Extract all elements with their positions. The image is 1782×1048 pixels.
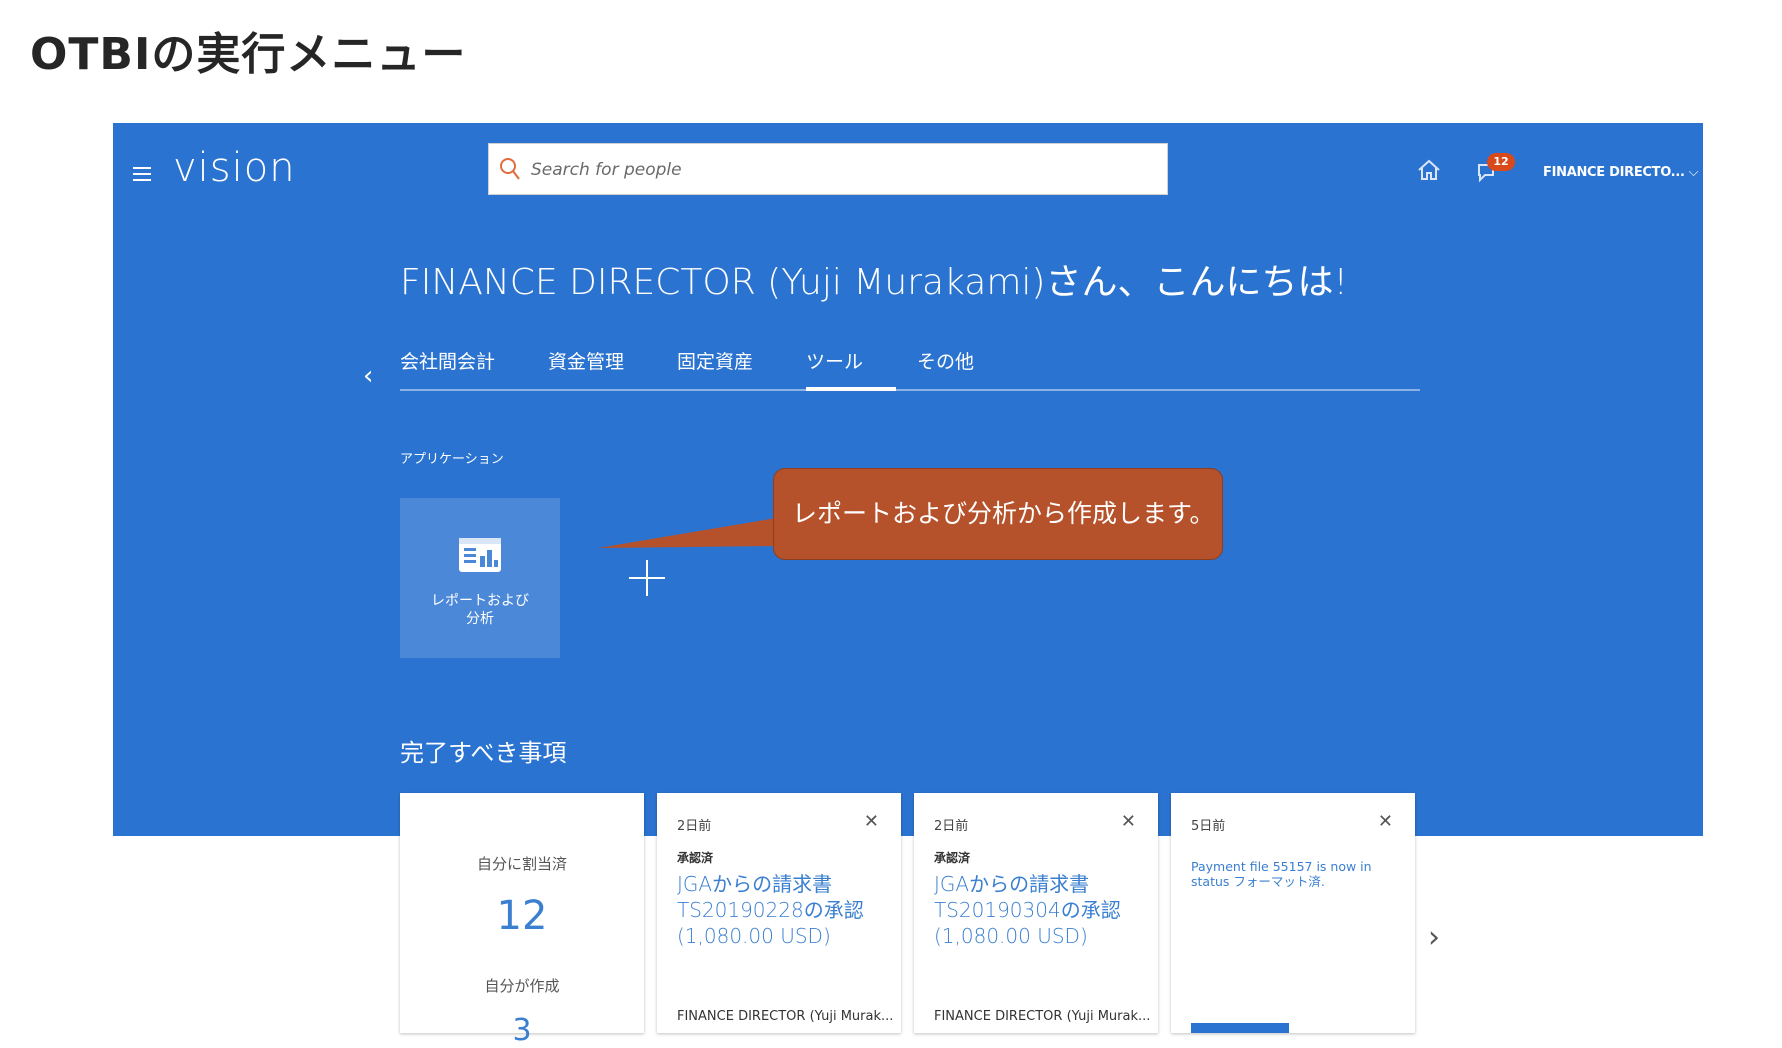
tile-label: レポートおよび 分析	[431, 593, 529, 627]
todo-section-title: 完了すべき事項	[400, 739, 567, 767]
created-label: 自分が作成	[484, 977, 560, 995]
todo-card[interactable]: 2日前 ✕ 承認済 JGAからの請求書 TS20190228の承認 (1,080…	[657, 793, 901, 1033]
reports-analytics-tile[interactable]: レポートおよび 分析	[400, 498, 560, 658]
todo-cards: 自分に割当済 12 自分が作成 3 2日前 ✕ 承認済 JGAからの請求書 TS…	[400, 793, 1770, 1048]
vision-logo[interactable]: vision	[173, 145, 296, 191]
search-icon[interactable]	[499, 157, 521, 181]
todo-summary-card[interactable]: 自分に割当済 12 自分が作成 3	[400, 793, 644, 1048]
close-icon[interactable]: ✕	[864, 811, 879, 832]
notification-badge: 12	[1487, 153, 1515, 171]
card-action-button[interactable]	[1191, 1023, 1289, 1033]
cards-next-arrow[interactable]: ›	[1428, 920, 1440, 955]
card-time: 5日前	[1191, 819, 1226, 834]
card-time: 2日前	[677, 819, 712, 834]
close-icon[interactable]: ✕	[1378, 811, 1393, 832]
tab-tools[interactable]: ツール	[806, 343, 896, 391]
card-status: 承認済	[934, 851, 971, 865]
navigation-tabs: 会社間会計 資金管理 固定資産 ツール その他	[400, 343, 1420, 391]
card-subject-link[interactable]: JGAからの請求書 TS20190228の承認 (1,080.00 USD)	[677, 871, 887, 949]
callout-pointer	[598, 518, 776, 548]
close-icon[interactable]: ✕	[1121, 811, 1136, 832]
report-icon	[459, 538, 501, 572]
todo-card[interactable]: 2日前 ✕ 承認済 JGAからの請求書 TS20190304の承認 (1,080…	[914, 793, 1158, 1033]
user-name: FINANCE DIRECTO...	[1543, 165, 1685, 180]
card-status: 承認済	[677, 851, 714, 865]
home-icon[interactable]	[1417, 159, 1441, 181]
menu-icon[interactable]	[133, 167, 151, 181]
tab-others[interactable]: その他	[917, 343, 974, 387]
search-input[interactable]	[529, 144, 1153, 196]
user-menu[interactable]: FINANCE DIRECTO... ⌵	[1543, 165, 1698, 180]
card-message-link[interactable]: Payment file 55157 is now in status フォーマ…	[1191, 859, 1401, 889]
todo-card[interactable]: 5日前 ✕ Payment file 55157 is now in statu…	[1171, 793, 1415, 1033]
tab-fixed-assets[interactable]: 固定資産	[677, 343, 753, 387]
slide-title: OTBIの実行メニュー	[30, 29, 467, 80]
tabs-prev-arrow[interactable]: ‹	[363, 361, 373, 391]
chevron-down-icon: ⌵	[1688, 165, 1699, 180]
tab-intercompany[interactable]: 会社間会計	[400, 343, 495, 387]
created-count[interactable]: 3	[400, 1013, 644, 1048]
applications-section-label: アプリケーション	[400, 452, 504, 467]
tab-treasury[interactable]: 資金管理	[548, 343, 624, 387]
card-footer: FINANCE DIRECTOR (Yuji Murak...	[677, 1009, 894, 1024]
card-footer: FINANCE DIRECTOR (Yuji Murak...	[934, 1009, 1151, 1024]
greeting-heading: FINANCE DIRECTOR (Yuji Murakami)さん、こんにちは…	[400, 262, 1348, 303]
add-icon[interactable]	[627, 558, 667, 598]
assigned-count[interactable]: 12	[400, 893, 644, 939]
assigned-label: 自分に割当済	[476, 855, 567, 873]
oracle-home-page: vision 12 FINANCE DIRECTO...⌵ FINANCE DI…	[113, 123, 1703, 836]
callout-annotation: レポートおよび分析から作成します。	[773, 468, 1223, 560]
search-box	[488, 143, 1168, 196]
card-time: 2日前	[934, 819, 969, 834]
card-subject-link[interactable]: JGAからの請求書 TS20190304の承認 (1,080.00 USD)	[934, 871, 1144, 949]
